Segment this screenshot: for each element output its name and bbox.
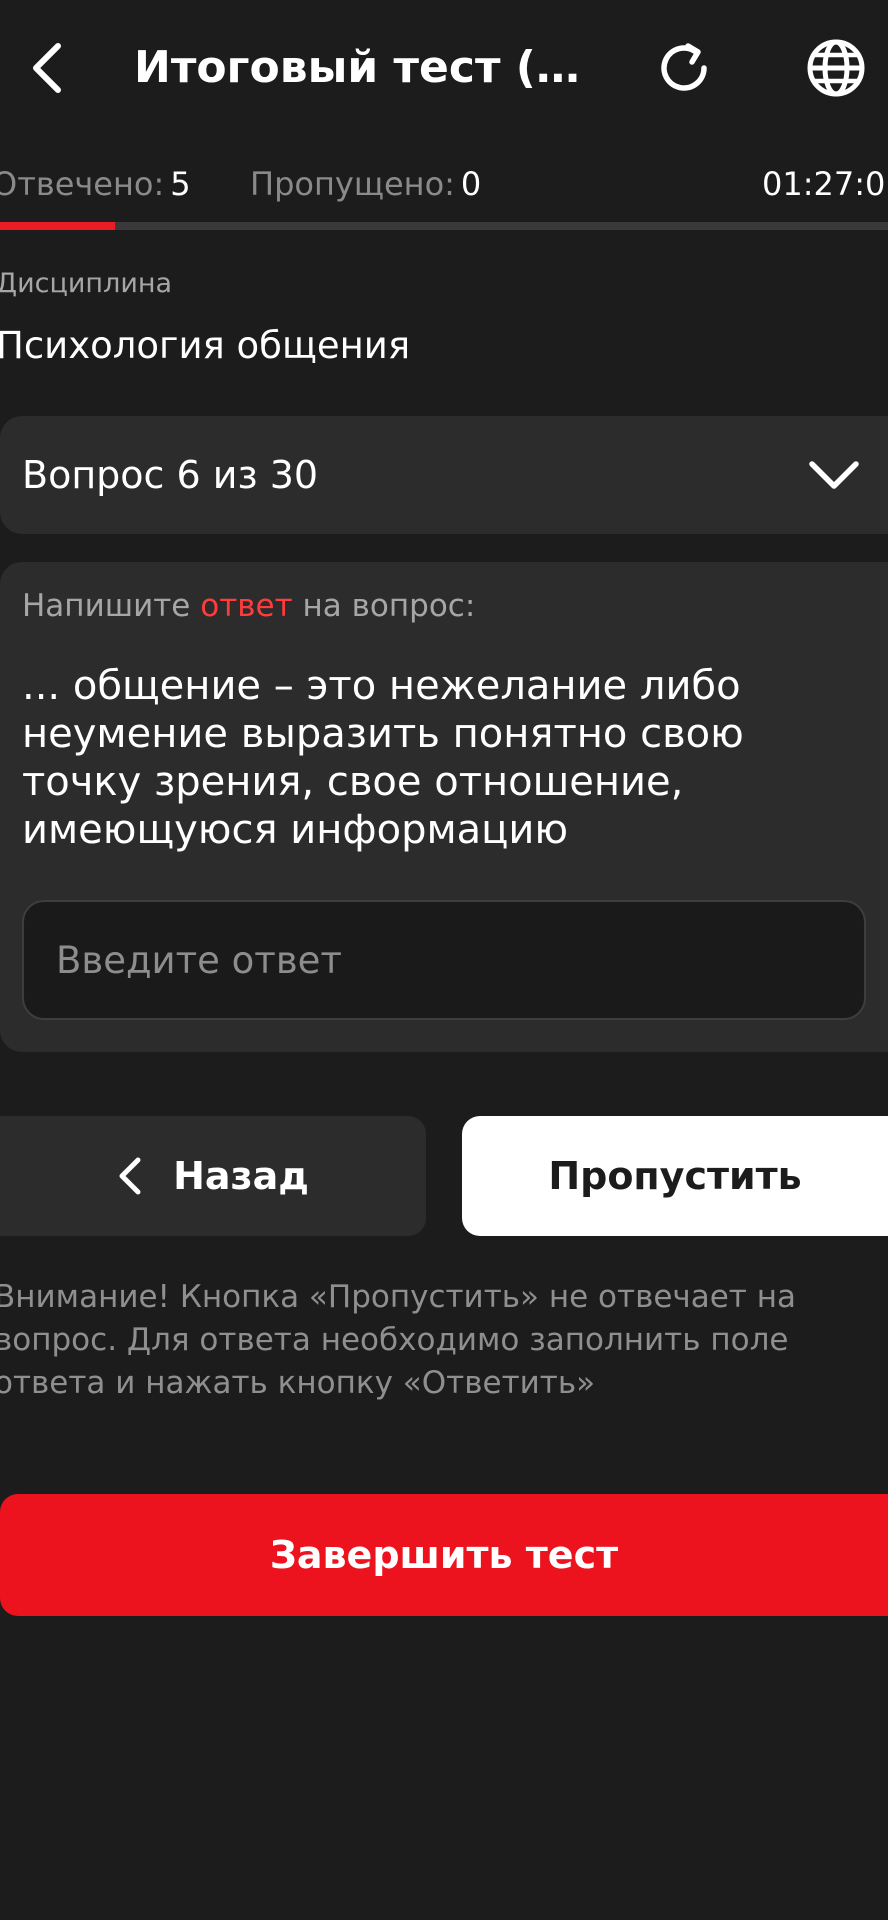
skip-label: Пропустить xyxy=(548,1154,802,1198)
page-title: Итоговый тест (пе... xyxy=(134,42,594,93)
prompt-after: на вопрос: xyxy=(292,588,476,624)
question-text: ... общение – это нежелание либо неумени… xyxy=(22,663,744,853)
answered-stat: Отвечено: 5 xyxy=(0,156,191,212)
language-button[interactable] xyxy=(788,20,884,116)
chevron-down-icon xyxy=(809,461,859,489)
refresh-button[interactable] xyxy=(636,20,732,116)
globe-icon xyxy=(807,39,865,97)
question-selector[interactable]: Вопрос 6 из 30 xyxy=(0,416,888,534)
discipline-value: Психология общения xyxy=(0,324,411,367)
finish-test-button[interactable]: Завершить тест xyxy=(0,1494,888,1616)
chevron-left-icon xyxy=(119,1157,141,1195)
prompt-accent: ответ xyxy=(200,588,293,624)
answered-value: 5 xyxy=(170,165,191,203)
finish-label: Завершить тест xyxy=(269,1533,619,1577)
progress-fill xyxy=(0,222,116,230)
timer: 01:27:01 xyxy=(762,165,888,203)
back-button[interactable] xyxy=(0,20,96,116)
discipline-label: Дисциплина xyxy=(0,268,173,299)
skip-button[interactable]: Пропустить xyxy=(462,1116,888,1236)
chevron-left-icon xyxy=(33,43,61,93)
skipped-value: 0 xyxy=(460,165,482,203)
back-nav-button[interactable]: Назад xyxy=(0,1116,426,1236)
notice-text: Внимание! Кнопка «Пропустить» не отвечае… xyxy=(0,1279,796,1401)
stats-row: Отвечено:5 Пропущено:0 01:27:01 xyxy=(0,156,888,212)
prompt-before: Напишите xyxy=(22,588,201,624)
app-header: Итоговый тест (пе... xyxy=(0,0,888,136)
answered-label: Отвечено: xyxy=(0,165,165,203)
screen: Итоговый тест (пе... Отвечено:5 Пропущен… xyxy=(0,0,888,1920)
skipped-stat: Пропущено: 0 xyxy=(250,156,481,212)
back-nav-label: Назад xyxy=(173,1154,309,1198)
refresh-icon xyxy=(661,43,707,91)
question-card: Напишите ответ на вопрос: ... общение – … xyxy=(0,562,888,1052)
progress-bar xyxy=(0,222,888,230)
answer-input[interactable] xyxy=(22,900,866,1020)
question-prompt: Напишите ответ на вопрос: xyxy=(22,588,475,624)
question-selector-label: Вопрос 6 из 30 xyxy=(22,453,319,497)
skipped-label: Пропущено: xyxy=(250,165,455,203)
